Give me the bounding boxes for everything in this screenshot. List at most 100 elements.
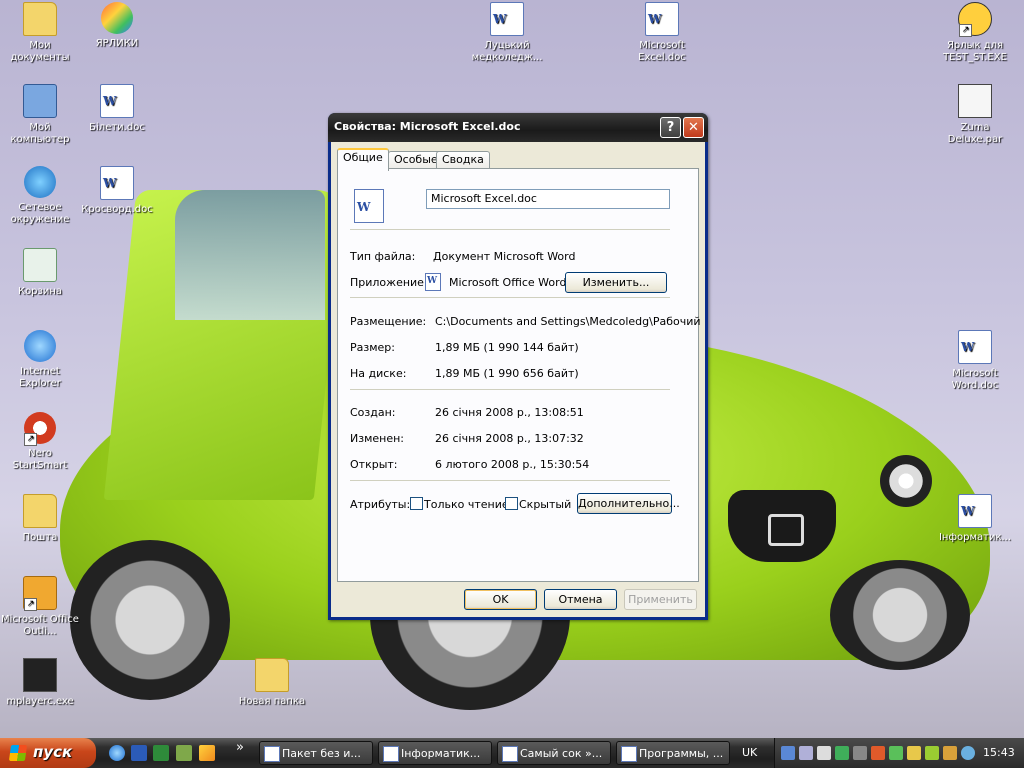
properties-dialog: Свойства: Microsoft Excel.doc ? ✕ Общие …	[328, 113, 708, 620]
winamp-quicklaunch-icon[interactable]	[199, 745, 215, 761]
system-tray: 15:43	[774, 738, 1024, 768]
device-tray-icon[interactable]	[817, 746, 831, 760]
network-tray-icon[interactable]	[781, 746, 795, 760]
volume-tray-icon[interactable]	[853, 746, 867, 760]
desktop-icon-my-documents[interactable]: Мои документы	[0, 2, 80, 64]
word-doc-icon	[958, 494, 992, 528]
desktop-icon-excel-doc[interactable]: Microsoft Excel.doc	[622, 2, 702, 64]
task-item[interactable]: Самый сок »...	[497, 741, 611, 765]
desktop-icon-yarlyky[interactable]: ЯРЛИКИ	[77, 2, 157, 50]
folder-icon	[23, 494, 57, 528]
desktop-icon-zuma[interactable]: Zuma Deluxe.par	[935, 84, 1015, 146]
ok-button[interactable]: OK	[464, 589, 537, 610]
desktop-icon-recycle-bin[interactable]: Корзина	[0, 248, 80, 298]
computer-icon	[23, 84, 57, 118]
network-icon	[24, 166, 56, 198]
wallpaper-wheel	[830, 560, 970, 670]
folder-icon	[23, 2, 57, 36]
divider	[350, 480, 670, 481]
desktop-icon-network[interactable]: Сетевое окружение	[0, 166, 80, 226]
language-indicator[interactable]: UK	[742, 746, 757, 759]
opened-value: 6 лютого 2008 р., 15:30:54	[435, 458, 590, 471]
desktop-icon-new-folder[interactable]: Новая папка	[232, 658, 312, 708]
quicklaunch-chevron[interactable]: »	[236, 740, 244, 755]
hidden-checkbox[interactable]	[505, 497, 518, 510]
opened-label: Открыт:	[350, 458, 398, 471]
recycle-bin-icon	[23, 248, 57, 282]
word-app-icon	[425, 273, 441, 291]
word-doc-icon	[100, 166, 134, 200]
word-doc-icon	[502, 746, 518, 762]
desktop-icon-my-computer[interactable]: Мой компьютер	[0, 84, 80, 146]
globe-tray-icon[interactable]	[961, 746, 975, 760]
speaker-tray-icon[interactable]	[871, 746, 885, 760]
tab-panel-general: Microsoft Excel.doc Тип файла: Документ …	[337, 168, 701, 582]
advanced-button[interactable]: Дополнительно...	[577, 493, 680, 514]
dialog-client: Общие Особые Сводка Microsoft Excel.doc …	[331, 142, 705, 617]
ondisk-value: 1,89 МБ (1 990 656 байт)	[435, 367, 579, 380]
divider	[350, 389, 670, 390]
tab-summary[interactable]: Сводка	[436, 151, 490, 169]
clock[interactable]: 15:43	[983, 746, 1015, 759]
desktop-icon-krosvord[interactable]: Кросворд.doc	[77, 166, 157, 216]
word-doc-icon	[354, 189, 384, 223]
change-button[interactable]: Изменить...	[565, 272, 667, 293]
desktop-icon-bilety[interactable]: Білети.doc	[77, 84, 157, 134]
desktop-icon-poshta[interactable]: Пошта	[0, 494, 80, 544]
dialog-titlebar[interactable]: Свойства: Microsoft Excel.doc ? ✕	[328, 113, 708, 142]
taskbar: пуск » Пакет без и... Інформатик... Самы…	[0, 738, 1024, 768]
word-doc-icon	[490, 2, 524, 36]
apply-button[interactable]: Применить	[624, 589, 697, 610]
publisher-quicklaunch-icon[interactable]	[176, 745, 192, 761]
desktop-icon-test[interactable]: Ярлык для TEST_ST.EXE	[935, 2, 1015, 64]
readonly-checkbox[interactable]	[410, 497, 423, 510]
update-tray-icon[interactable]	[925, 746, 939, 760]
attributes-label: Атрибуты:	[350, 498, 411, 511]
tab-general[interactable]: Общие	[337, 148, 389, 171]
desktop-icon-outlook[interactable]: Microsoft Office Outli...	[0, 576, 80, 638]
desktop-icon-nero[interactable]: Nero StartSmart	[0, 412, 80, 472]
location-value: C:\Documents and Settings\Medcoledg\Рабо…	[435, 315, 701, 328]
size-value: 1,89 МБ (1 990 144 байт)	[435, 341, 579, 354]
ie-quicklaunch-icon[interactable]	[109, 745, 125, 761]
desktop: Мои документы Мой компьютер Сетевое окру…	[0, 0, 1024, 738]
cancel-button[interactable]: Отмена	[544, 589, 617, 610]
excel-quicklaunch-icon[interactable]	[153, 745, 169, 761]
filename-field[interactable]: Microsoft Excel.doc	[426, 189, 670, 209]
word-doc-icon	[100, 84, 134, 118]
created-value: 26 січня 2008 р., 13:08:51	[435, 406, 584, 419]
butterfly-icon	[101, 2, 133, 34]
outlook-icon	[23, 576, 57, 611]
security-tray-icon[interactable]	[943, 746, 957, 760]
display-tray-icon[interactable]	[799, 746, 813, 760]
task-item[interactable]: Программы, ...	[616, 741, 730, 765]
desktop-icon-lutsk[interactable]: Луцький медколедж...	[467, 2, 547, 64]
size-label: Размер:	[350, 341, 395, 354]
windows-flag-icon	[8, 745, 28, 761]
desktop-icon-inform[interactable]: Інформатик...	[935, 494, 1015, 544]
divider	[350, 297, 670, 298]
chat-tray-icon[interactable]	[907, 746, 921, 760]
readonly-label: Только чтение	[424, 498, 509, 511]
created-label: Создан:	[350, 406, 396, 419]
drive-tray-icon[interactable]	[835, 746, 849, 760]
ondisk-label: На диске:	[350, 367, 407, 380]
help-button[interactable]: ?	[660, 117, 681, 138]
wallpaper-headlight	[880, 455, 932, 507]
nero-icon	[24, 412, 56, 446]
clapperboard-icon	[23, 658, 57, 692]
hidden-label: Скрытый	[519, 498, 572, 511]
start-button[interactable]: пуск	[0, 738, 96, 768]
antivirus-tray-icon[interactable]	[889, 746, 903, 760]
desktop-icon-internet-explorer[interactable]: Internet Explorer	[0, 330, 80, 390]
task-item[interactable]: Пакет без и...	[259, 741, 373, 765]
desktop-icon-mplayerc[interactable]: mplayerc.exe	[0, 658, 80, 708]
wallpaper-wheel	[70, 540, 230, 700]
word-quicklaunch-icon[interactable]	[131, 745, 147, 761]
dialog-title: Свойства: Microsoft Excel.doc	[334, 120, 521, 133]
word-doc-icon	[958, 330, 992, 364]
desktop-icon-word-doc[interactable]: Microsoft Word.doc	[935, 330, 1015, 392]
task-item[interactable]: Інформатик...	[378, 741, 492, 765]
folder-icon	[255, 658, 289, 692]
close-button[interactable]: ✕	[683, 117, 704, 138]
